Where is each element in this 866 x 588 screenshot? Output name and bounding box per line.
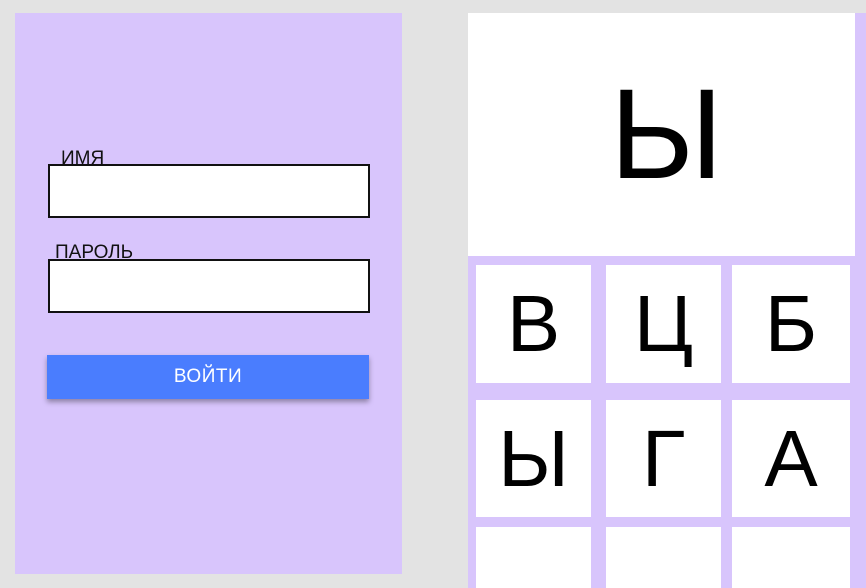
name-input[interactable] xyxy=(48,164,370,218)
login-button[interactable]: ВОЙТИ xyxy=(47,355,369,399)
password-input[interactable] xyxy=(48,259,370,313)
letter-tile[interactable]: В xyxy=(476,265,591,383)
letter-tile[interactable] xyxy=(606,527,721,588)
letter-tile[interactable]: Г xyxy=(606,400,721,517)
login-panel: ИМЯ ПАРОЛЬ ВОЙТИ xyxy=(15,13,402,574)
target-letter-card: Ы xyxy=(468,13,855,256)
letter-tile[interactable]: Б xyxy=(732,265,850,383)
letter-game-panel: Ы В Ц Б Ы Г А xyxy=(468,13,866,588)
letter-tile[interactable]: А xyxy=(732,400,850,517)
letter-tile[interactable] xyxy=(732,527,850,588)
letter-tile[interactable]: Ц xyxy=(606,265,721,383)
target-letter: Ы xyxy=(609,62,724,206)
letter-tile[interactable]: Ы xyxy=(476,400,591,517)
letter-tile[interactable] xyxy=(476,527,591,588)
